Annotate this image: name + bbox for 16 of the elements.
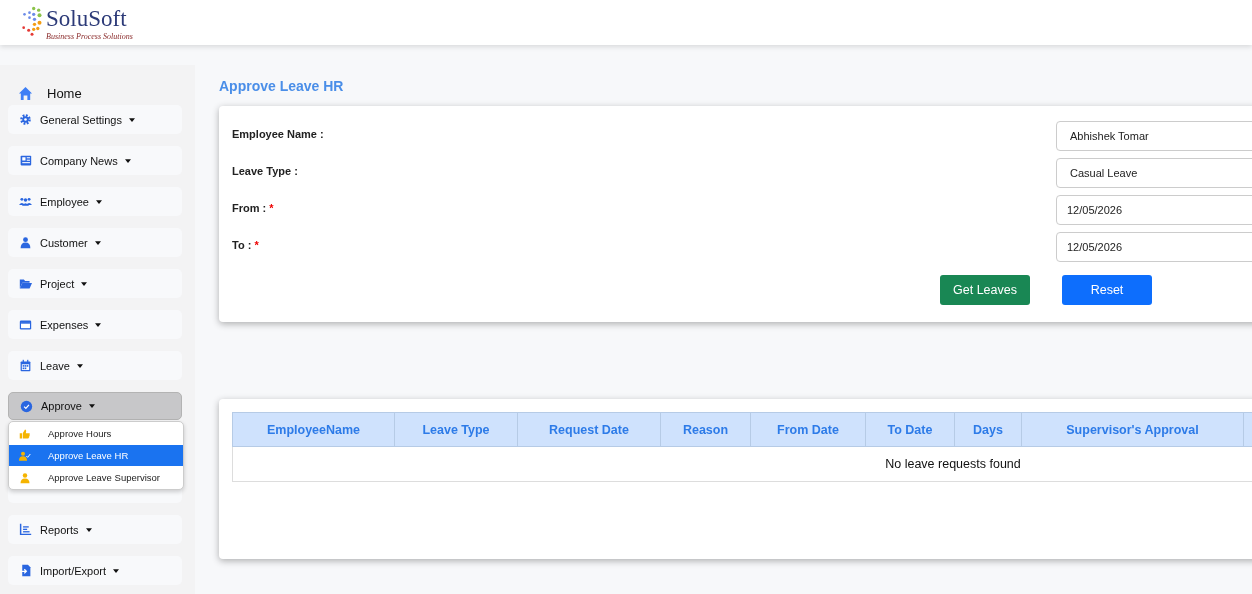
column-header: From Date <box>750 412 866 447</box>
column-header: Days <box>954 412 1022 447</box>
field-label: From : * <box>232 201 274 214</box>
brand-name: SoluSoft <box>46 6 128 32</box>
column-header: Reason <box>660 412 751 447</box>
empty-message: No leave requests found <box>885 457 1021 471</box>
column-header: Supervisor's Approval <box>1021 412 1244 447</box>
column-header: Request Date <box>517 412 661 447</box>
field-label: To : * <box>232 238 259 251</box>
page-title: Approve Leave HR <box>219 78 345 94</box>
field-label: Leave Type : <box>232 164 298 177</box>
column-header: Leave Type <box>394 412 518 447</box>
brand-tagline: Business Process Solutions <box>46 32 133 41</box>
field-label: Employee Name : <box>232 127 324 140</box>
column-header: To Date <box>865 412 955 447</box>
column-header: EmployeeName <box>232 412 395 447</box>
